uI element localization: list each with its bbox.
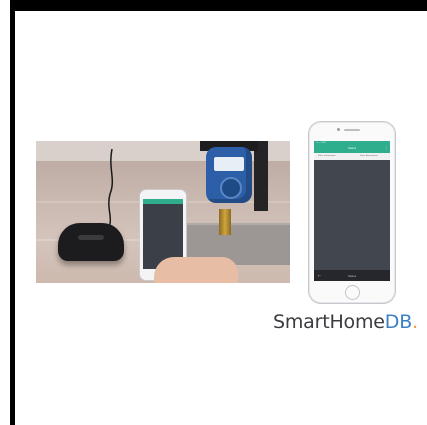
bracket-post bbox=[254, 141, 268, 211]
tab-valve-information[interactable]: Valve Information bbox=[318, 155, 336, 157]
hand bbox=[154, 257, 238, 283]
app-bar: •••• 9:41 Valve ⋮ bbox=[314, 141, 390, 153]
frame-top-border bbox=[10, 0, 427, 11]
product-photo bbox=[36, 141, 290, 283]
tab-valve-automation[interactable]: Valve Automation bbox=[360, 155, 378, 157]
app-content bbox=[314, 160, 390, 270]
logo-text-db: DB bbox=[384, 311, 413, 333]
motor-label bbox=[214, 157, 244, 171]
hub-slot bbox=[78, 235, 104, 240]
phone-mockup: •••• 9:41 Valve ⋮ Valve Information Valv… bbox=[308, 121, 396, 304]
app-title: Valve bbox=[347, 146, 357, 150]
speaker bbox=[344, 129, 360, 131]
small-phone-appbar bbox=[143, 199, 183, 204]
bottom-label: Valve bbox=[347, 274, 357, 278]
smart-hub bbox=[58, 223, 124, 261]
motor-dial bbox=[220, 177, 242, 199]
valve-motor bbox=[206, 147, 252, 203]
tab-bar: Valve Information Valve Automation bbox=[314, 153, 390, 160]
bottom-bar: ← Valve bbox=[314, 270, 390, 281]
smarthomedb-logo: SmartHomeDB. bbox=[273, 311, 418, 333]
frame-left-border bbox=[10, 0, 15, 425]
brass-pipe bbox=[219, 209, 231, 235]
camera bbox=[337, 128, 340, 131]
more-vertical-icon[interactable]: ⋮ bbox=[384, 145, 388, 150]
status-bar: •••• 9:41 bbox=[316, 142, 326, 144]
logo-dot: . bbox=[412, 311, 418, 333]
phone-screen: •••• 9:41 Valve ⋮ Valve Information Valv… bbox=[314, 141, 390, 281]
home-button bbox=[345, 285, 360, 300]
logo-text-smarthome: SmartHome bbox=[273, 311, 385, 333]
